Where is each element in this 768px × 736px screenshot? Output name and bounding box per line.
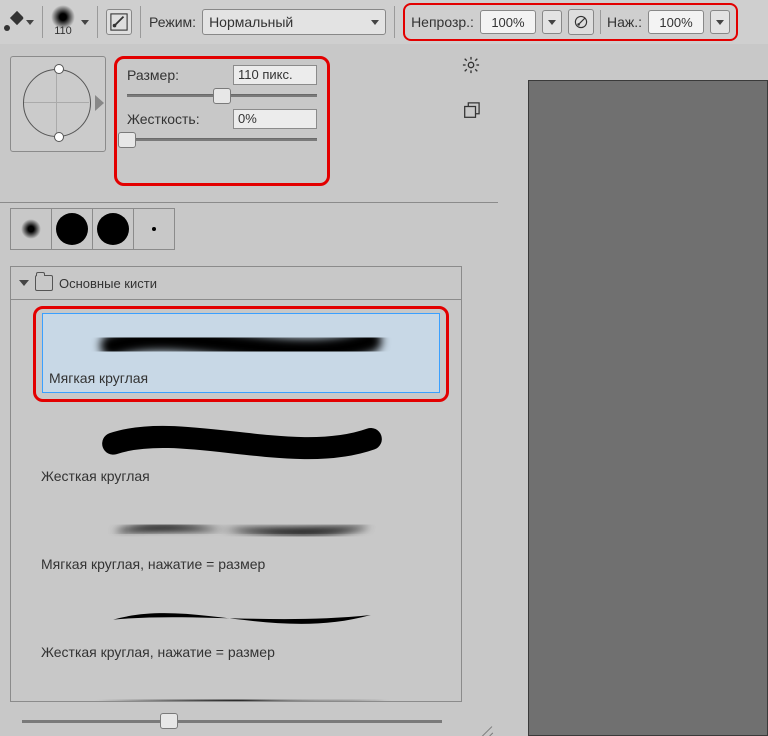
document-canvas[interactable] — [528, 80, 768, 736]
flow-input[interactable]: 100% — [648, 10, 704, 34]
hard-brush-icon — [97, 213, 129, 245]
angle-handle[interactable] — [54, 132, 64, 142]
recent-brush-swatch[interactable] — [134, 209, 174, 249]
angle-handle[interactable] — [54, 64, 64, 74]
brush-size-master-slider[interactable] — [22, 712, 442, 730]
chevron-down-icon[interactable] — [81, 20, 89, 25]
chevron-down-icon — [371, 20, 379, 25]
resize-grip-icon[interactable] — [480, 718, 494, 732]
flow-dropdown[interactable] — [710, 10, 730, 34]
size-slider[interactable] — [127, 87, 317, 103]
blend-mode-select[interactable]: Нормальный — [202, 9, 386, 35]
separator — [42, 6, 43, 38]
size-label: Размер: — [127, 67, 223, 83]
brush-name: Мягкая круглая, нажатие = размер — [41, 556, 443, 572]
brush-group-title: Основные кисти — [59, 276, 157, 291]
canvas-area — [498, 44, 768, 736]
flow-value: 100% — [659, 15, 692, 30]
separator — [394, 6, 395, 38]
chevron-down-icon — [548, 20, 556, 25]
brush-settings-panel: Размер: 110 пикс. Жесткость: 0% — [0, 44, 499, 736]
brush-size-number: 110 — [51, 25, 75, 37]
brush-stroke-preview — [41, 680, 443, 702]
soft-brush-icon — [21, 219, 41, 239]
recent-brush-swatch[interactable] — [52, 209, 93, 249]
angle-circle-icon — [23, 69, 91, 137]
brush-icon — [4, 13, 22, 31]
tiny-brush-icon — [152, 227, 156, 231]
brush-list-item[interactable]: Мягкая круглая, нажатие = непрозра... — [35, 676, 449, 702]
brush-panel-icon — [110, 13, 128, 31]
brush-panel-button[interactable] — [106, 9, 132, 35]
tool-preset-picker[interactable] — [4, 13, 34, 31]
opacity-dropdown[interactable] — [542, 10, 562, 34]
gear-icon[interactable] — [462, 56, 480, 74]
brush-angle-widget[interactable] — [10, 56, 106, 152]
hardness-input[interactable]: 0% — [233, 109, 317, 129]
size-input[interactable]: 110 пикс. — [233, 65, 317, 85]
recent-brush-swatch[interactable] — [11, 209, 52, 249]
master-slider-knob[interactable] — [160, 713, 178, 729]
brush-preset-thumb[interactable]: 110 — [51, 7, 75, 37]
separator — [140, 6, 141, 38]
opacity-label: Непрозр.: — [411, 14, 474, 30]
highlighted-brush-item: Мягкая круглая — [33, 306, 449, 402]
highlighted-opacity-flow-group: Непрозр.: 100% Наж.: 100% — [403, 3, 738, 41]
brush-name: Жесткая круглая — [41, 468, 443, 484]
panel-corner-icons — [462, 56, 480, 120]
separator — [0, 202, 498, 203]
brush-name: Мягкая круглая — [49, 370, 433, 386]
pen-pressure-icon — [573, 14, 589, 30]
brush-name: Жесткая круглая, нажатие = размер — [41, 644, 443, 660]
brush-header-row: Размер: 110 пикс. Жесткость: 0% — [10, 56, 330, 186]
brush-list: Основные кисти Мягкая круглая Жесткая кру… — [10, 266, 462, 702]
brush-list-item[interactable]: Жесткая круглая — [35, 412, 449, 490]
brush-list-item[interactable]: Жесткая круглая, нажатие = размер — [35, 588, 449, 666]
hardness-slider-knob[interactable] — [118, 132, 136, 148]
hardness-label: Жесткость: — [127, 111, 223, 127]
brush-stroke-preview — [41, 504, 443, 550]
chevron-down-icon — [26, 20, 34, 25]
brush-stroke-preview — [41, 592, 443, 638]
disclosure-down-icon — [19, 280, 29, 286]
chevron-down-icon — [716, 20, 724, 25]
hardness-slider[interactable] — [127, 131, 317, 147]
size-slider-knob[interactable] — [213, 88, 231, 104]
opacity-input[interactable]: 100% — [480, 10, 536, 34]
brush-stroke-preview — [41, 416, 443, 462]
options-bar: 110 Режим: Нормальный Непрозр.: 100% Н — [0, 0, 768, 45]
pressure-opacity-button[interactable] — [568, 9, 594, 35]
highlighted-size-hardness-group: Размер: 110 пикс. Жесткость: 0% — [114, 56, 330, 186]
recent-brush-swatch[interactable] — [93, 209, 134, 249]
angle-arrow-icon — [95, 95, 104, 111]
separator — [600, 10, 601, 34]
flow-label: Наж.: — [607, 14, 642, 30]
brush-group-header[interactable]: Основные кисти — [11, 267, 461, 300]
brush-list-item[interactable]: Мягкая круглая — [42, 313, 440, 393]
blend-mode-value: Нормальный — [209, 14, 293, 30]
folder-icon — [35, 275, 53, 291]
opacity-value: 100% — [491, 15, 524, 30]
recent-brushes-row — [10, 208, 175, 250]
brush-stroke-preview — [49, 318, 433, 364]
new-preset-icon[interactable] — [462, 102, 480, 120]
brush-list-item[interactable]: Мягкая круглая, нажатие = размер — [35, 500, 449, 578]
mode-label: Режим: — [149, 14, 196, 30]
separator — [97, 6, 98, 38]
hard-brush-icon — [56, 213, 88, 245]
